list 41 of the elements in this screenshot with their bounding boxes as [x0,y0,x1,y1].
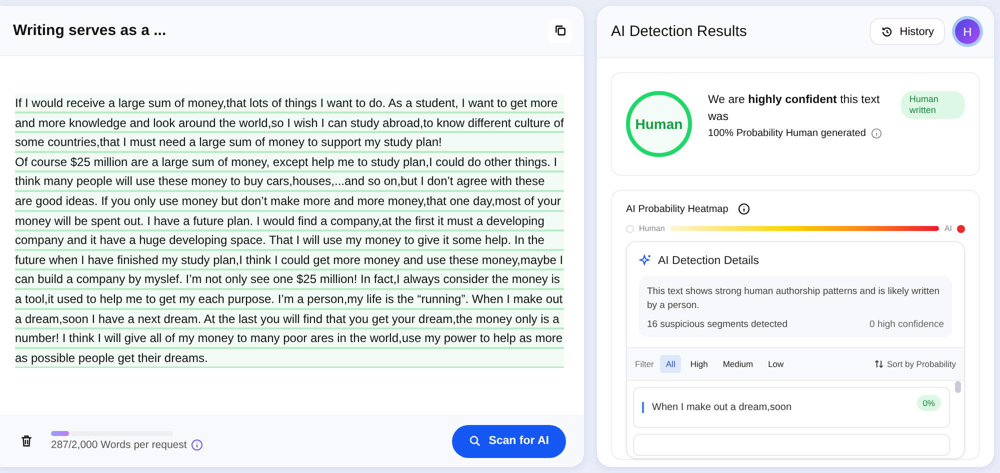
high-confidence-count: 0 high confidence [870,319,944,330]
segment-item[interactable]: When I make out a dream,soon 0% [633,387,950,428]
copy-button[interactable] [548,18,572,42]
scan-button[interactable]: Scan for AI [452,424,566,458]
filter-label: Filter [635,359,654,369]
info-icon [870,128,882,139]
summary-text: This text shows strong human authorship patterns and is likely written by a person. [647,285,941,313]
delete-button[interactable] [20,434,33,448]
filter-tab[interactable]: Medium [716,355,760,373]
essay-paragraph: Of course $25 million are a large sum of money, except help me to study plan,I could do other things. I think many people will use these money to buy cars,houses,...and so on,but I don’t agree with these are good ideas. If you only use money but don’t make more and more money,that one day,most of your money will be spent out. I have a future plan. I would find a company,at the first it must a developing company and it have a huge developing space. That I will use my money to give it some help. In the future when I have finished my study plan,I think I could get more money and use these money,maybe I can build a company by myslef. I’m not only see one $25 million! In fact,I always consider the money is a tool,it used to help me to get my each purpose. I’m a person,my life is the “running”. When I make out a dream,soon I have a next dream. At the last you will find that you get your dream,the money only is a number! I think I will give all of my money to many poor ares in the world,use my power to help as more as possible people get their dreams. [15,152,564,368]
panel-title: AI Detection Results [611,23,748,40]
search-icon [468,435,481,447]
details-title: AI Detection Details [658,254,759,266]
ai-dot [957,224,965,232]
copy-icon [554,24,566,37]
document-title: Writing serves as a ... [13,22,166,39]
info-icon [738,203,750,215]
verdict-ring: Human [626,91,692,157]
scrollbar-thumb[interactable] [955,381,961,393]
essay-paragraph: If I would receive a large sum of money,that lots of things I want to do. As a student, I want to get more and more knowledge and look around the world,so I wish I can study abroad,to know different culture of some countries,that I must need a large sum of money to support my study plan! [15,94,564,153]
sparkle-icon [639,254,652,267]
verdict-badge: Human written [901,91,965,119]
filter-tab[interactable]: Low [762,355,790,373]
score-badge: 0% [916,395,941,411]
sort-icon [874,359,884,369]
filter-tab[interactable]: High [684,355,714,373]
info-icon [190,439,203,451]
verdict-statement: We are highly confident this text was [708,93,881,125]
trash-icon [20,434,33,448]
heatmap-title: AI Probability Heatmap [626,204,728,214]
history-button[interactable]: History [870,18,945,45]
user-avatar[interactable]: H [955,19,980,44]
scale-label: AI [944,224,952,233]
segments-count: 16 suspicious segments detected [647,319,788,330]
word-count-text: 287/2,000 Words per request [51,439,187,451]
history-icon [880,26,893,38]
sort-button[interactable]: Sort by Probability [874,359,956,369]
human-dot [626,224,634,232]
scale-label: Human [639,224,665,233]
probability-text: 100% Probability Human generated [708,128,866,139]
filter-tab[interactable]: All [660,355,682,373]
